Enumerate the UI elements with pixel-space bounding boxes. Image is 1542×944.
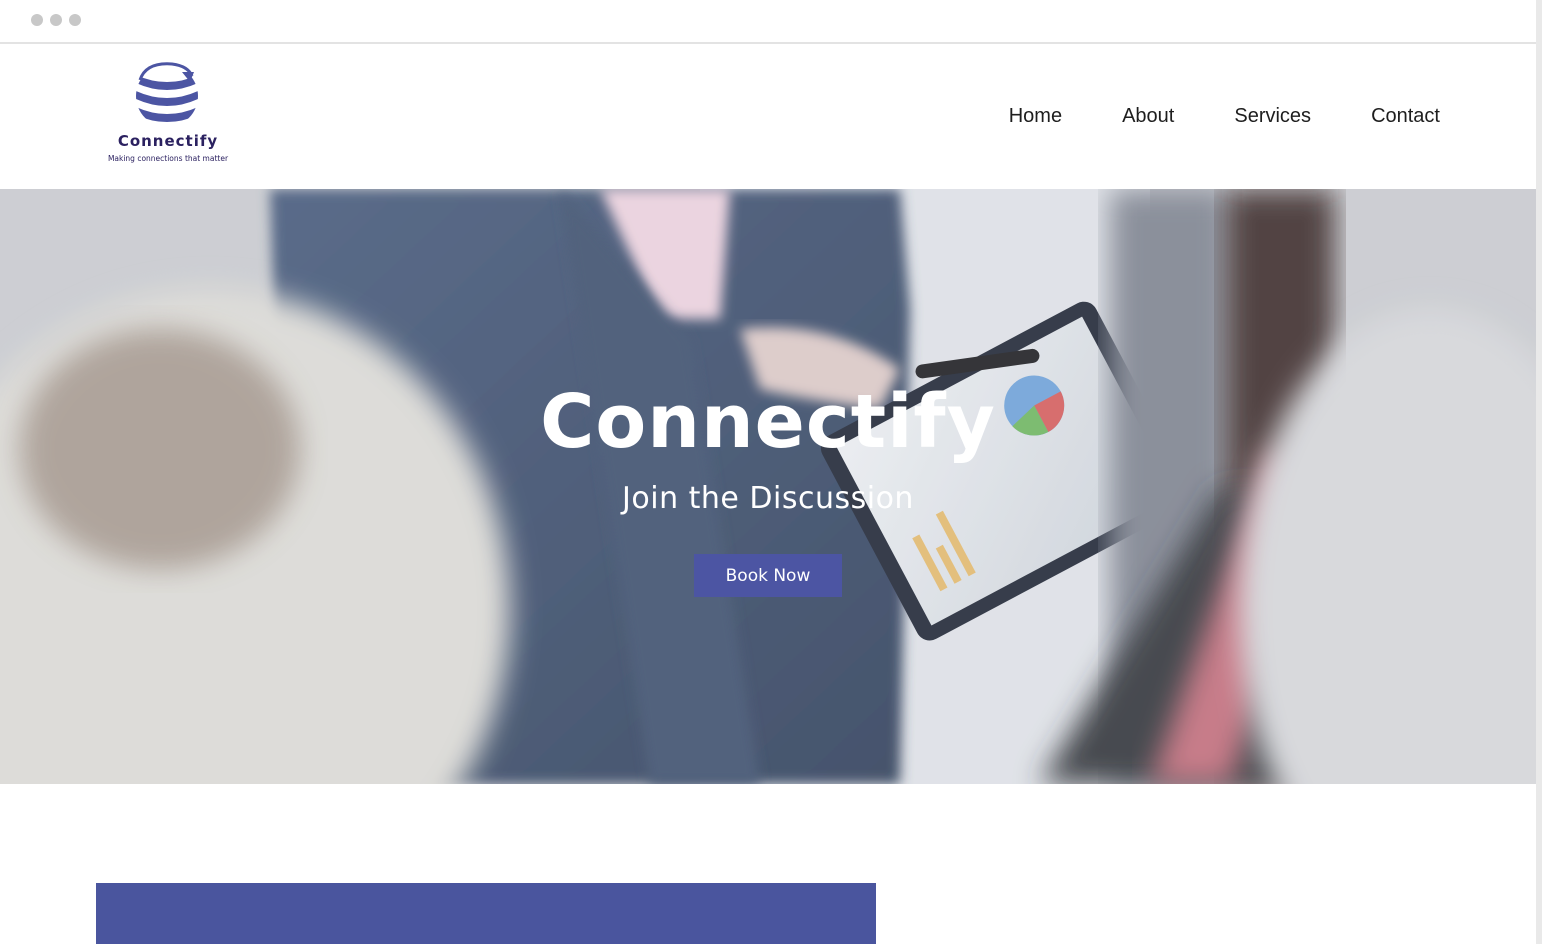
scrollbar-track[interactable]	[1536, 0, 1542, 944]
window-dot[interactable]	[31, 14, 43, 26]
hero-banner: Connectify Join the Discussion Book Now	[0, 189, 1536, 784]
book-now-button[interactable]: Book Now	[694, 554, 842, 597]
main-navigation: Home About Services Contact	[949, 102, 1440, 130]
logo-wordmark: Connectify	[117, 132, 219, 150]
hero-title: Connectify	[540, 379, 996, 465]
window-controls	[31, 14, 81, 26]
window-dot[interactable]	[50, 14, 62, 26]
browser-title-bar	[0, 0, 1536, 44]
globe-swirl-icon	[136, 62, 198, 127]
window-dot[interactable]	[69, 14, 81, 26]
logo-tagline: Making connections that matter	[107, 154, 229, 163]
site-header: Connectify Making connections that matte…	[0, 44, 1536, 189]
content-section-panel	[96, 883, 876, 944]
hero-subtitle: Join the Discussion	[622, 481, 914, 516]
nav-item-services[interactable]: Services	[1234, 102, 1311, 130]
site-logo[interactable]: Connectify Making connections that matte…	[96, 60, 240, 163]
nav-item-about[interactable]: About	[1122, 102, 1174, 130]
nav-item-home[interactable]: Home	[1009, 102, 1062, 130]
nav-item-contact[interactable]: Contact	[1371, 102, 1440, 130]
